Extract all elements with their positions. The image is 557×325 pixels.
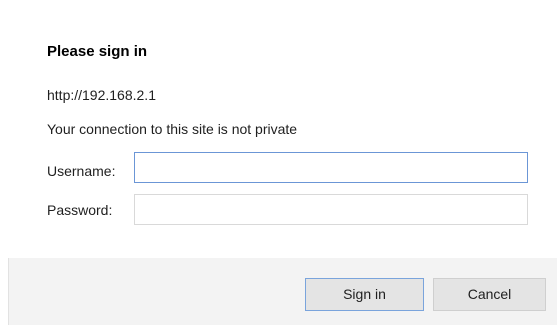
cancel-button[interactable]: Cancel <box>433 278 546 311</box>
sign-in-dialog: Please sign in http://192.168.2.1 Your c… <box>0 0 557 325</box>
dialog-title: Please sign in <box>47 43 148 60</box>
password-input[interactable] <box>134 194 528 225</box>
site-origin: http://192.168.2.1 <box>47 87 156 103</box>
dialog-content: Please sign in http://192.168.2.1 Your c… <box>0 0 557 258</box>
connection-warning: Your connection to this site is not priv… <box>47 121 298 137</box>
username-label: Username: <box>47 163 116 179</box>
sign-in-button[interactable]: Sign in <box>305 278 424 311</box>
username-input[interactable] <box>134 152 528 183</box>
password-label: Password: <box>47 202 113 218</box>
